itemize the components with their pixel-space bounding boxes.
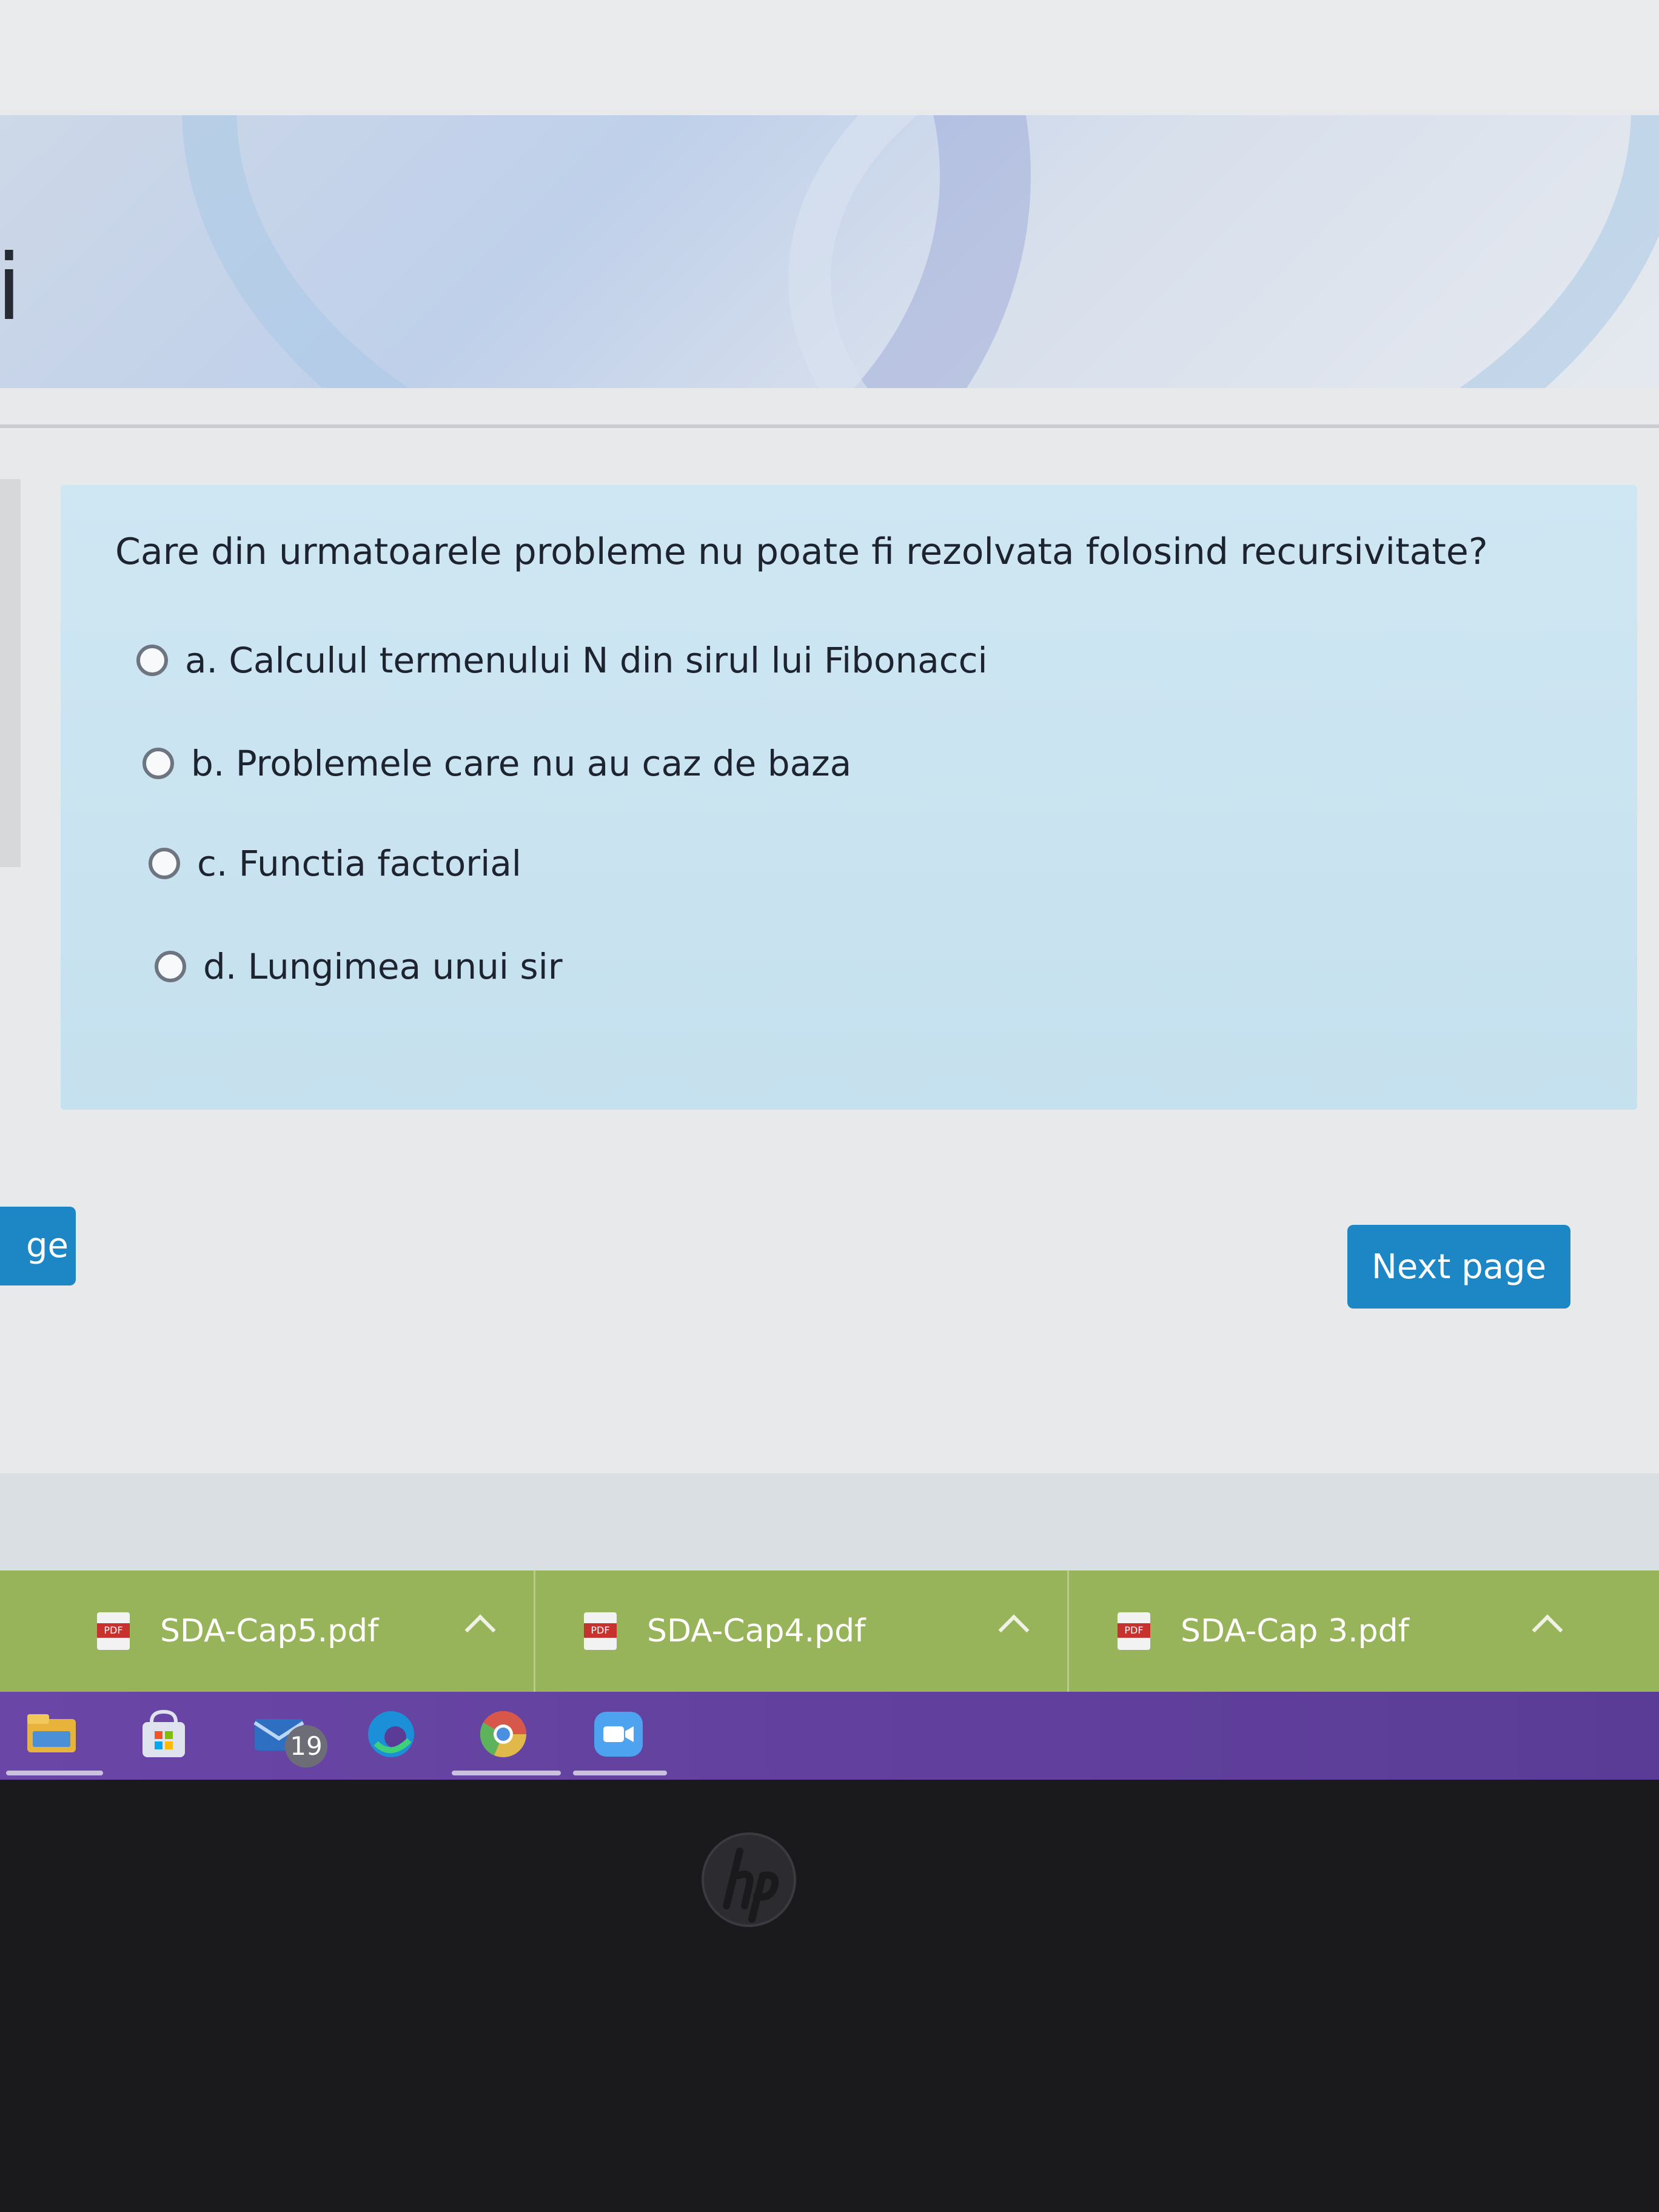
question-text: Care din urmatoarele probleme nu poate f… — [115, 531, 1488, 573]
microsoft-store-icon[interactable] — [136, 1707, 191, 1761]
download-filename: SDA-Cap 3.pdf — [1181, 1613, 1409, 1649]
zoom-icon[interactable] — [591, 1707, 646, 1761]
download-item-cap4[interactable]: PDF SDA-Cap4.pdf — [534, 1570, 1067, 1692]
radio-button-icon[interactable] — [149, 848, 180, 879]
download-filename: SDA-Cap5.pdf — [160, 1613, 379, 1649]
question-card: Care din urmatoarele probleme nu poate f… — [61, 485, 1637, 1110]
radio-button-icon[interactable] — [136, 645, 168, 676]
quiz-navigation-panel-edge — [0, 479, 21, 867]
taskbar-active-indicator — [573, 1771, 667, 1775]
answer-option-b[interactable]: b. Problemele care nu au caz de baza — [142, 743, 851, 784]
answer-label: b. Problemele care nu au caz de baza — [191, 743, 852, 784]
browser-top-area — [0, 0, 1659, 109]
downloads-bar: PDF SDA-Cap5.pdf PDF SDA-Cap4.pdf PDF SD… — [0, 1570, 1659, 1692]
pdf-file-icon: PDF — [584, 1612, 617, 1650]
banner-title-fragment: i — [0, 235, 22, 341]
mail-unread-badge: 19 — [285, 1725, 327, 1768]
answer-option-d[interactable]: d. Lungimea unui sir — [155, 946, 563, 987]
laptop-screen: i Care din urmatoarele probleme nu poate… — [0, 0, 1659, 1780]
answer-label: a. Calculul termenului N din sirul lui F… — [185, 640, 988, 681]
answer-option-c[interactable]: c. Functia factorial — [149, 843, 521, 884]
taskbar-active-indicator — [6, 1771, 103, 1775]
windows-taskbar — [0, 1692, 1659, 1780]
radio-button-icon[interactable] — [142, 748, 174, 779]
hp-logo-icon — [702, 1832, 796, 1927]
section-divider — [0, 424, 1659, 428]
file-explorer-icon[interactable] — [24, 1707, 79, 1761]
chevron-up-icon[interactable] — [464, 1614, 496, 1646]
pdf-file-icon: PDF — [97, 1612, 130, 1650]
download-item-cap5[interactable]: PDF SDA-Cap5.pdf — [0, 1570, 534, 1692]
chrome-icon[interactable] — [476, 1707, 531, 1761]
radio-button-icon[interactable] — [155, 951, 186, 982]
taskbar-active-indicator — [452, 1771, 561, 1775]
download-item-cap3[interactable]: PDF SDA-Cap 3.pdf — [1067, 1570, 1601, 1692]
chevron-up-icon[interactable] — [1532, 1614, 1563, 1646]
course-banner: i — [0, 115, 1659, 388]
next-page-button[interactable]: Next page — [1347, 1225, 1570, 1309]
answer-label: d. Lungimea unui sir — [203, 946, 563, 987]
previous-page-button[interactable]: ge — [0, 1207, 76, 1285]
chevron-up-icon[interactable] — [998, 1614, 1030, 1646]
banner-decoration — [788, 115, 1659, 388]
page-footer — [0, 1473, 1659, 1570]
answer-label: c. Functia factorial — [197, 843, 521, 884]
download-filename: SDA-Cap4.pdf — [647, 1613, 866, 1649]
pdf-file-icon: PDF — [1118, 1612, 1150, 1650]
edge-icon[interactable] — [364, 1707, 418, 1761]
answer-option-a[interactable]: a. Calculul termenului N din sirul lui F… — [136, 640, 988, 681]
